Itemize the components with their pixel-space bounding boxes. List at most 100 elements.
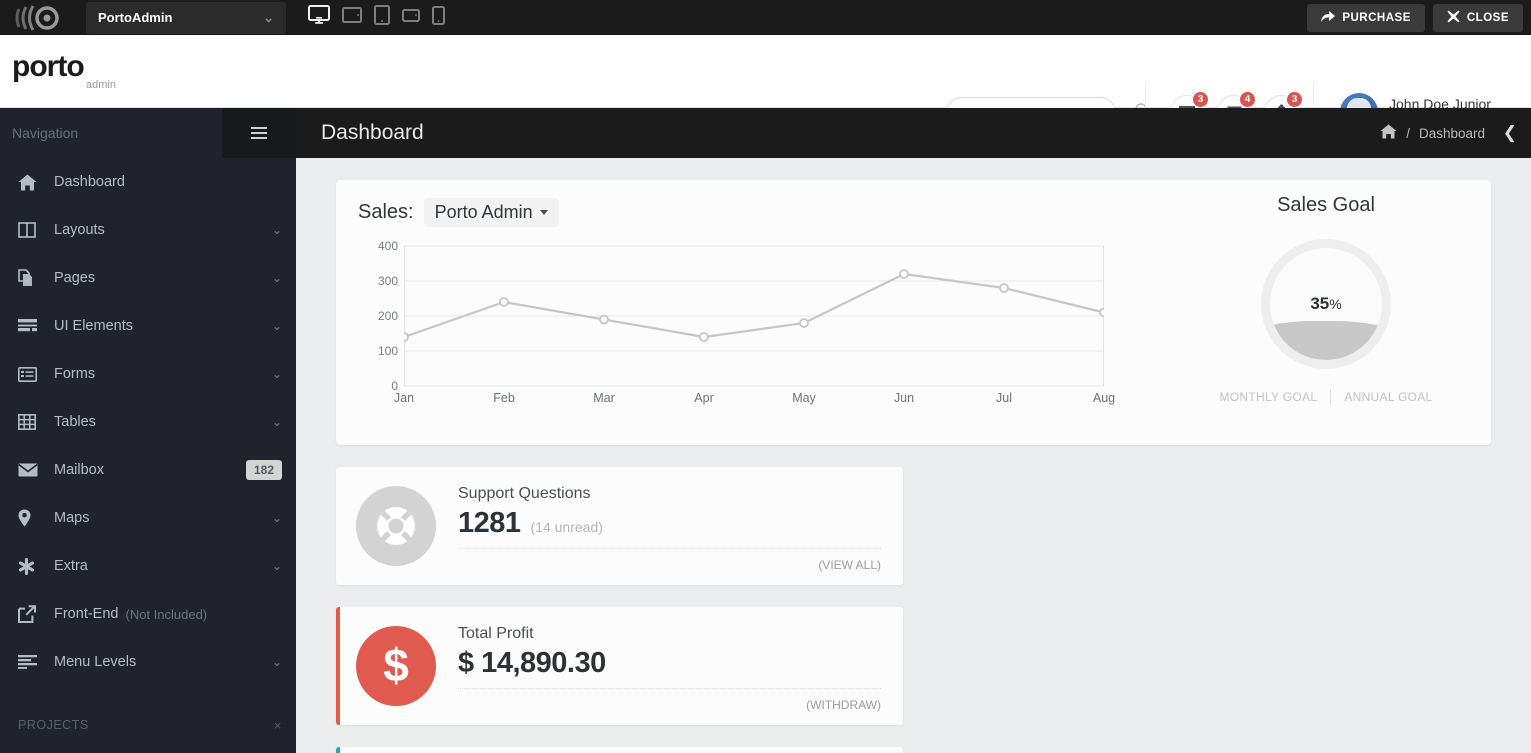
sidebar-item-label: Mailbox: [54, 462, 246, 478]
chevron-down-icon[interactable]: ⌄: [272, 415, 282, 429]
chart-y-tick: 0: [358, 379, 398, 393]
life-ring-icon: [356, 486, 436, 566]
sidebar-item-pages[interactable]: Pages⌄: [0, 254, 296, 302]
sidebar-item-layouts[interactable]: Layouts⌄: [0, 206, 296, 254]
chevron-down-icon[interactable]: ⌄: [272, 223, 282, 237]
stat-card[interactable]: Today's Orders38(STATEMENT): [336, 747, 903, 753]
sidebar-item-label: Extra: [54, 558, 272, 574]
porto-logo[interactable]: porto admin: [12, 52, 132, 91]
align-left-icon: [18, 655, 42, 669]
sidebar-toggle-button[interactable]: [222, 108, 296, 158]
sidebar-item-badge: 182: [246, 460, 282, 480]
brand-select[interactable]: PortoAdmin ⌄: [86, 2, 286, 34]
chart-x-tick: Jul: [996, 391, 1012, 405]
close-button[interactable]: CLOSE: [1433, 4, 1523, 32]
sidebar-item-label: Pages: [54, 270, 272, 286]
stat-card-subvalue: (14 unread): [531, 519, 603, 535]
tab-annual-goal[interactable]: ANNUAL GOAL: [1331, 390, 1445, 404]
chevron-down-icon: ⌄: [263, 10, 274, 26]
caret-down-icon: [540, 210, 548, 215]
sidebar-item-tables[interactable]: Tables⌄: [0, 398, 296, 446]
sales-label: Sales:: [358, 201, 414, 224]
svg-text:$: $: [383, 642, 409, 690]
sidebar-item-label: Layouts: [54, 222, 272, 238]
chart-y-tick: 400: [358, 239, 398, 253]
projects-close-icon[interactable]: ×: [274, 718, 282, 733]
demo-actions: PURCHASE CLOSE: [1307, 4, 1523, 32]
chevron-left-icon: ❮: [1503, 123, 1517, 143]
sales-source-value: Porto Admin: [435, 202, 533, 223]
chevron-down-icon[interactable]: ⌄: [272, 559, 282, 573]
purchase-button[interactable]: PURCHASE: [1307, 4, 1425, 32]
purchase-button-label: PURCHASE: [1342, 12, 1411, 24]
stat-card-body: Total Profit$ 14,890.30(WITHDRAW): [458, 607, 881, 725]
gauge-percent-symbol: %: [1329, 296, 1341, 312]
sidebar-item-label: Tables: [54, 414, 272, 430]
mobile-landscape-preview-icon[interactable]: [402, 8, 420, 27]
main-content: Sales: Porto Admin 0100200300400 JanFebM…: [296, 158, 1531, 753]
chart-y-axis: 0100200300400: [358, 241, 398, 386]
envato-wave-icon: [0, 0, 76, 35]
share-arrow-icon: [1321, 10, 1335, 26]
sidebar-item-mailbox[interactable]: Mailbox182: [0, 446, 296, 494]
sidebar-projects-heading: PROJECTS ×: [0, 708, 296, 742]
list-alt-icon: [18, 367, 42, 382]
home-icon[interactable]: [1380, 124, 1397, 142]
stat-card-body: Support Questions 1281(14 unread) (VIEW AL…: [458, 467, 881, 585]
brand-select-value: PortoAdmin: [98, 10, 172, 25]
sales-goal-section: Sales Goal 35% MONTHLY GOAL ANNUAL GOAL: [1161, 180, 1491, 445]
dollar-sign-icon: $: [356, 626, 436, 706]
stat-card-link[interactable]: (WITHDRAW): [458, 698, 881, 712]
sales-title-row: Sales: Porto Admin: [358, 198, 1139, 227]
chart-x-axis: JanFebMarAprMayJunJulAug: [404, 391, 1104, 417]
sidebar-item-label: Front-End: [54, 606, 118, 622]
porto-logo-text: porto: [12, 52, 84, 82]
stat-card[interactable]: Support Questions 1281(14 unread) (VIEW AL…: [336, 467, 903, 585]
desktop-preview-icon[interactable]: [308, 5, 330, 30]
sales-line-chart: 0100200300400 JanFebMarAprMayJunJulAug: [358, 241, 1139, 421]
chevron-down-icon[interactable]: ⌄: [272, 271, 282, 285]
stat-card[interactable]: $ Total Profit$ 14,890.30(WITHDRAW): [336, 607, 903, 725]
sidebar-item-front-end[interactable]: Front-End(Not Included): [0, 590, 296, 638]
mobile-portrait-preview-icon[interactable]: [432, 6, 445, 30]
stat-card-accent-bar: [336, 607, 340, 725]
envelope-icon: [18, 463, 42, 477]
sidebar-item-label: Dashboard: [54, 174, 282, 190]
gauge-percent-value: 35: [1310, 294, 1329, 314]
map-marker-icon: [18, 509, 42, 527]
sales-chart-section: Sales: Porto Admin 0100200300400 JanFebM…: [336, 180, 1161, 445]
tab-monthly-goal[interactable]: MONTHLY GOAL: [1206, 390, 1330, 404]
stat-card-link[interactable]: (VIEW ALL): [458, 558, 881, 572]
sidebar-item-extra[interactable]: Extra⌄: [0, 542, 296, 590]
sidebar: Navigation DashboardLayouts⌄Pages⌄UI Ele…: [0, 108, 296, 753]
stat-card-accent-bar: [336, 467, 340, 585]
chevron-down-icon[interactable]: ⌄: [272, 319, 282, 333]
porto-logo-word: porto: [12, 52, 132, 82]
device-preview-group: [308, 5, 445, 30]
hamburger-icon: [251, 124, 267, 142]
sales-source-dropdown[interactable]: Porto Admin: [424, 198, 559, 227]
chevron-down-icon[interactable]: ⌄: [272, 655, 282, 669]
sidebar-item-ui-elements[interactable]: UI Elements⌄: [0, 302, 296, 350]
sidebar-item-maps[interactable]: Maps⌄: [0, 494, 296, 542]
asterisk-icon: [18, 558, 42, 575]
sidebar-item-label: Forms: [54, 366, 272, 382]
sidebar-item-menu-levels[interactable]: Menu Levels⌄: [0, 638, 296, 686]
breadcrumb-current[interactable]: Dashboard: [1419, 126, 1485, 141]
stat-card-title: Support Questions: [458, 485, 881, 503]
breadcrumb-separator: /: [1406, 126, 1410, 141]
stat-card-value-row: 1281(14 unread): [458, 507, 881, 540]
sidebar-item-forms[interactable]: Forms⌄: [0, 350, 296, 398]
tablet-landscape-preview-icon[interactable]: [342, 7, 362, 28]
breadcrumb-collapse-button[interactable]: ❮: [1503, 108, 1517, 158]
chevron-down-icon[interactable]: ⌄: [272, 367, 282, 381]
gauge-percent-label: 35%: [1261, 239, 1391, 369]
page-header: Dashboard / Dashboard ❮: [296, 108, 1531, 158]
chart-x-tick: May: [792, 391, 816, 405]
chevron-down-icon[interactable]: ⌄: [272, 511, 282, 525]
sidebar-item-dashboard[interactable]: Dashboard: [0, 158, 296, 206]
sidebar-item-label: UI Elements: [54, 318, 272, 334]
chart-y-tick: 300: [358, 274, 398, 288]
tablet-portrait-preview-icon[interactable]: [374, 5, 390, 30]
columns-icon: [18, 222, 42, 238]
